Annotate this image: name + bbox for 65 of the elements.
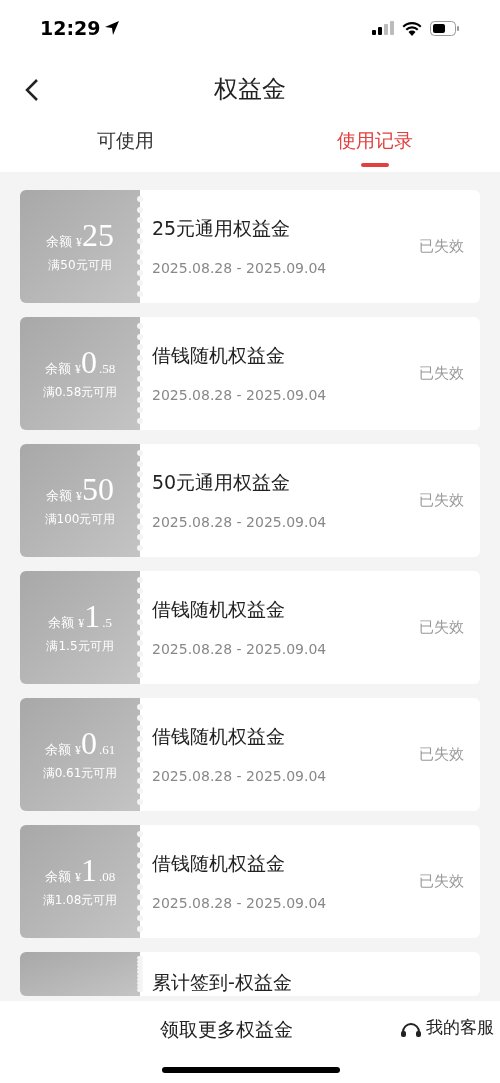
amount-decimal: .61 — [98, 741, 116, 760]
validity-period: 2025.08.28 - 2025.09.04 — [152, 767, 327, 787]
currency-symbol: ¥ — [76, 235, 82, 252]
validity-period: 2025.08.28 - 2025.09.04 — [152, 894, 327, 914]
coupon-card[interactable]: 50元通用权益金 2025.08.28 - 2025.09.04 已失效 — [140, 444, 480, 557]
usage-condition: 满50元可用 — [48, 256, 112, 274]
coupon-card[interactable]: 累计签到-权益金 — [140, 952, 480, 996]
usage-condition: 满1.5元可用 — [46, 637, 114, 655]
currency-symbol: ¥ — [74, 362, 81, 379]
validity-period: 2025.08.28 - 2025.09.04 — [152, 640, 327, 660]
coupon-title: 借钱随机权益金 — [152, 596, 286, 622]
coupon-status: 已失效 — [419, 744, 464, 766]
coupon-status: 已失效 — [419, 490, 464, 512]
validity-period: 2025.08.28 - 2025.09.04 — [152, 513, 327, 533]
get-more-button[interactable]: 领取更多权益金 — [160, 1015, 293, 1044]
balance-label: 余额 — [46, 233, 72, 252]
signal-icon — [372, 21, 394, 35]
balance-label: 余额 — [44, 868, 71, 887]
coupon-title: 借钱随机权益金 — [152, 723, 286, 749]
validity-period: 2025.08.28 - 2025.09.04 — [152, 386, 327, 406]
coupon-card[interactable]: 借钱随机权益金 2025.08.28 - 2025.09.04 已失效 — [140, 825, 480, 938]
currency-symbol: ¥ — [78, 616, 85, 633]
coupon-status: 已失效 — [419, 363, 464, 385]
amount-integer: 1 — [80, 854, 97, 887]
coupon-title: 50元通用权益金 — [152, 469, 292, 495]
page-title: 权益金 — [214, 74, 286, 105]
balance-label: 余额 — [44, 360, 71, 379]
amount-decimal: .58 — [98, 360, 116, 379]
customer-service-button[interactable]: 我的客服 — [400, 1015, 494, 1041]
coupon-title: 25元通用权益金 — [152, 215, 292, 241]
coupon-status: 已失效 — [419, 871, 464, 893]
usage-condition: 满0.58元可用 — [42, 383, 118, 401]
tab[interactable]: 可使用 — [0, 122, 250, 172]
coupon-card[interactable]: 借钱随机权益金 2025.08.28 - 2025.09.04 已失效 — [140, 698, 480, 811]
balance-label: 余额 — [44, 741, 71, 760]
wifi-icon — [402, 20, 422, 36]
usage-condition: 满100元可用 — [44, 510, 116, 528]
tab[interactable]: 使用记录 — [250, 122, 500, 172]
coupon-title: 借钱随机权益金 — [152, 342, 286, 368]
currency-symbol: ¥ — [74, 743, 81, 760]
status-time: 12:29 — [40, 15, 101, 41]
currency-symbol: ¥ — [76, 489, 82, 506]
amount-decimal: .08 — [98, 868, 116, 887]
coupon-status: 已失效 — [419, 617, 464, 639]
coupon-card[interactable]: 借钱随机权益金 2025.08.28 - 2025.09.04 已失效 — [140, 317, 480, 430]
back-icon — [25, 78, 39, 102]
location-arrow-icon — [104, 20, 121, 36]
usage-condition: 满1.08元可用 — [42, 891, 118, 909]
coupon-title: 累计签到-权益金 — [152, 969, 292, 995]
usage-condition: 满0.61元可用 — [42, 764, 118, 782]
balance-label: 余额 — [48, 614, 75, 633]
amount-integer: 1 — [84, 600, 101, 633]
coupon-card[interactable]: 25元通用权益金 2025.08.28 - 2025.09.04 已失效 — [140, 190, 480, 303]
amount-decimal: .5 — [102, 614, 112, 633]
amount-integer: 50 — [82, 473, 114, 506]
amount-integer: 0 — [80, 727, 97, 760]
amount-integer: 25 — [82, 219, 114, 252]
amount-integer: 0 — [80, 346, 97, 379]
currency-symbol: ¥ — [74, 870, 81, 887]
balance-label: 余额 — [46, 487, 72, 506]
coupon-title: 借钱随机权益金 — [152, 850, 286, 876]
validity-period: 2025.08.28 - 2025.09.04 — [152, 259, 327, 279]
coupon-status: 已失效 — [419, 236, 464, 258]
battery-icon — [430, 20, 460, 36]
coupon-card[interactable]: 借钱随机权益金 2025.08.28 - 2025.09.04 已失效 — [140, 571, 480, 684]
